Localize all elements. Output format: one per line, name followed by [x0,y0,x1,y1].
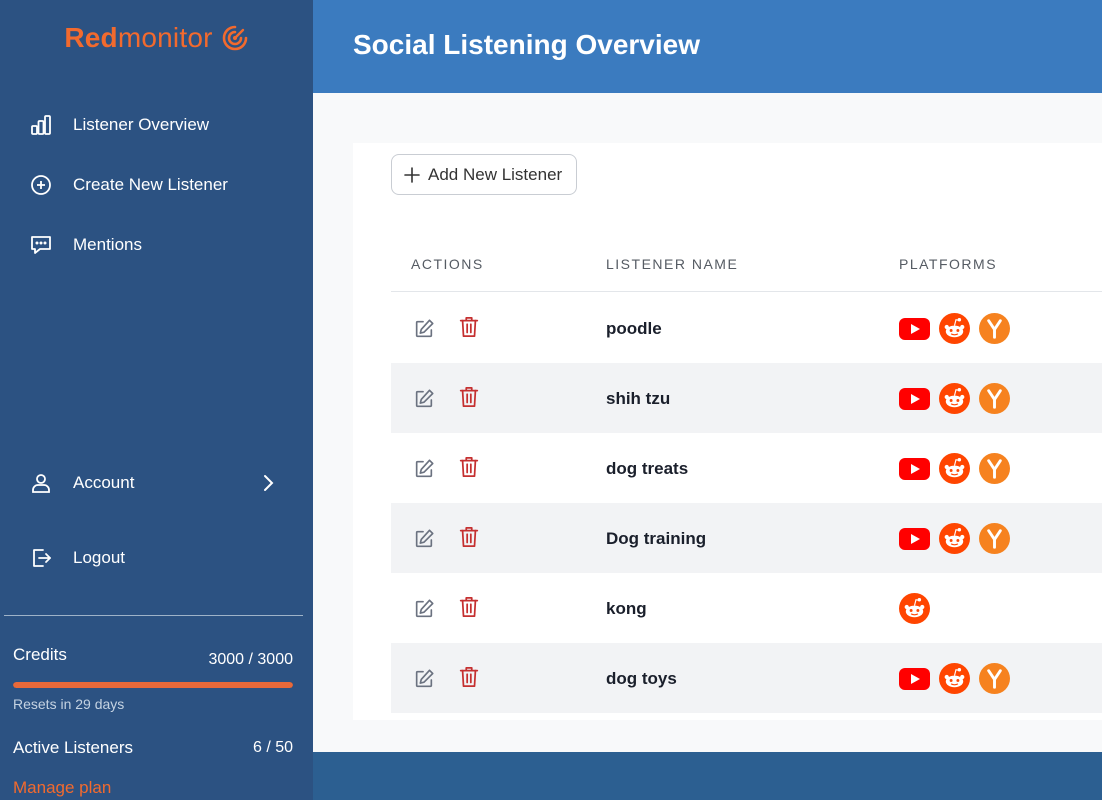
credits-label: Credits [13,645,67,664]
active-listeners-label: Active Listeners [13,738,133,757]
listener-name: Dog training [606,529,707,548]
sidebar-item-create-new-listener[interactable]: Create New Listener [28,169,228,201]
sidebar-item-listener-overview[interactable]: Listener Overview [28,109,209,141]
edit-icon[interactable] [413,668,435,690]
trash-icon[interactable] [458,315,480,339]
platform-list [899,313,1019,344]
sidebar-item-logout[interactable]: Logout [28,542,125,574]
trash-icon[interactable] [458,455,480,479]
youtube-icon[interactable] [899,523,930,554]
trash-icon[interactable] [458,385,480,409]
trash-icon[interactable] [458,525,480,549]
logout-icon [28,545,54,571]
listener-name: shih tzu [606,389,671,408]
sidebar-item-label: Account [73,473,135,492]
plus-icon [404,166,420,183]
platform-list [899,593,939,624]
radar-icon [222,25,247,51]
brand-logo[interactable]: Red monitor [0,22,313,54]
youtube-icon[interactable] [899,383,930,414]
platform-list [899,523,1019,554]
listener-name: kong [606,599,647,618]
trash-icon[interactable] [458,665,480,689]
edit-icon[interactable] [413,318,435,340]
add-new-listener-label: Add New Listener [428,164,563,184]
sidebar-item-label: Logout [73,548,125,567]
plus-circle-icon [28,172,54,198]
table-row: dog treats [391,433,1102,503]
reddit-icon[interactable] [939,383,970,414]
bar-chart-icon [28,112,54,138]
sidebar-item-account[interactable]: Account [28,467,280,499]
user-icon [28,470,54,496]
sidebar-item-label: Listener Overview [73,115,210,134]
ycombinator-icon[interactable] [979,523,1010,554]
reddit-icon[interactable] [939,523,970,554]
reddit-icon[interactable] [939,453,970,484]
credits-reset-note: Resets in 29 days [13,696,125,712]
reddit-icon[interactable] [939,663,970,694]
brand-name-part2: monitor [117,22,213,53]
platform-list [899,383,1019,414]
youtube-icon[interactable] [899,663,930,694]
sidebar-item-label: Create New Listener [73,175,228,194]
credits-progress-bar [13,682,293,688]
table-row: shih tzu [391,363,1102,433]
listener-name: poodle [606,319,662,338]
manage-plan-link[interactable]: Manage plan [13,778,111,798]
chat-bubble-icon [28,232,54,258]
sidebar-item-label: Mentions [73,235,142,254]
page-title: Social Listening Overview [353,29,701,60]
page-header: Social Listening Overview [313,0,1102,93]
sidebar-divider [4,615,303,616]
credits-value: 3000 / 3000 [208,651,293,668]
listener-name: dog toys [606,669,677,688]
table-row: poodle [391,293,1102,363]
youtube-icon[interactable] [899,313,930,344]
youtube-icon[interactable] [899,453,930,484]
edit-icon[interactable] [413,598,435,620]
listener-name: dog treats [606,459,689,478]
column-header-platforms: PLATFORMS [899,256,998,272]
sidebar: Red monitor Listener Overview Create New… [0,0,313,800]
reddit-icon[interactable] [899,593,930,624]
ycombinator-icon[interactable] [979,453,1010,484]
edit-icon[interactable] [413,388,435,410]
table-row: Dog training [391,503,1102,573]
ycombinator-icon[interactable] [979,663,1010,694]
platform-list [899,663,1019,694]
add-new-listener-button[interactable]: Add New Listener [391,154,577,195]
reddit-icon[interactable] [939,313,970,344]
ycombinator-icon[interactable] [979,383,1010,414]
column-header-actions: ACTIONS [411,256,484,272]
platform-list [899,453,1019,484]
chevron-right-icon [256,471,280,500]
ycombinator-icon[interactable] [979,313,1010,344]
edit-icon[interactable] [413,458,435,480]
active-listeners-value: 6 / 50 [252,739,293,756]
table-row: dog toys [391,643,1102,713]
footer-band [313,752,1102,800]
column-header-listener-name: LISTENER NAME [606,256,739,272]
sidebar-item-mentions[interactable]: Mentions [28,229,142,261]
credits-progress-fill [13,682,293,688]
brand-name-part1: Red [64,22,118,53]
edit-icon[interactable] [413,528,435,550]
table-header-divider [391,291,1102,292]
trash-icon[interactable] [458,595,480,619]
table-row: kong [391,573,1102,643]
